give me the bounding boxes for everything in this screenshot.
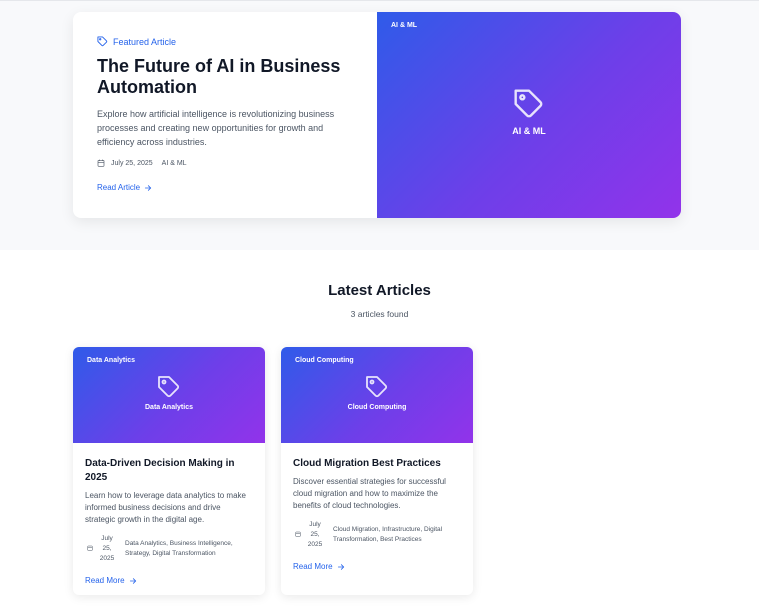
article-category-badge: Cloud Computing [295, 357, 354, 364]
read-more-link[interactable]: Read More [293, 562, 345, 571]
article-date-text: July 25, 2025 [95, 534, 119, 564]
calendar-icon [97, 159, 105, 167]
article-title[interactable]: Cloud Migration Best Practices [293, 457, 461, 471]
article-meta: July 25, 2025 Data Analytics, Business I… [85, 534, 253, 564]
article-date-line: July [309, 521, 321, 528]
article-date-line: 25, [102, 545, 112, 552]
featured-category: AI & ML [161, 159, 187, 167]
article-categories: Cloud Migration, Infrastructure, Digital… [333, 526, 443, 543]
article-date-line: 25, [310, 531, 320, 538]
article-title[interactable]: Data-Driven Decision Making in 2025 [85, 457, 253, 485]
article-image[interactable]: Cloud Computing Cloud Computing [281, 347, 473, 443]
article-card[interactable]: Cloud Computing Cloud Computing Cloud Mi… [281, 347, 473, 595]
arrow-right-icon [145, 184, 152, 191]
tag-icon [97, 36, 108, 47]
featured-title[interactable]: The Future of AI in Business Automation [97, 56, 367, 98]
calendar-icon [295, 531, 301, 537]
read-more-label: Read More [85, 576, 125, 585]
tag-icon [366, 376, 388, 398]
article-date-text: July 25, 2025 [303, 520, 327, 550]
featured-image[interactable]: AI & ML AI & ML [377, 12, 681, 218]
featured-image-center: AI & ML [377, 88, 681, 136]
article-date: July 25, 2025 [85, 534, 119, 564]
calendar-icon [87, 545, 93, 551]
featured-meta: July 25, 2025 AI & ML [97, 159, 377, 167]
featured-tag: Featured Article [97, 36, 377, 47]
read-more-link[interactable]: Read More [85, 576, 137, 585]
article-image-label: Cloud Computing [347, 404, 407, 411]
featured-image-label: AI & ML [512, 126, 546, 136]
article-category-badge: Data Analytics [87, 357, 135, 364]
arrow-right-icon [337, 563, 344, 570]
article-description: Discover essential strategies for succes… [293, 477, 446, 510]
article-body: Cloud Migration Best Practices Discover … [281, 443, 473, 574]
read-article-label: Read Article [97, 183, 141, 192]
arrow-right-icon [129, 577, 136, 584]
article-body: Data-Driven Decision Making in 2025 Lear… [73, 443, 265, 588]
article-meta: July 25, 2025 Cloud Migration, Infrastru… [293, 520, 461, 550]
article-description: Learn how to leverage data analytics to … [85, 491, 246, 524]
featured-article-card[interactable]: Featured Article The Future of AI in Bus… [73, 12, 681, 218]
article-image-center: Cloud Computing [281, 375, 473, 411]
read-more-label: Read More [293, 562, 333, 571]
read-article-link[interactable]: Read Article [97, 183, 152, 192]
featured-description: Explore how artificial intelligence is r… [97, 109, 335, 147]
article-date-line: July [101, 535, 113, 542]
article-date-line: 2025 [307, 541, 323, 548]
featured-category-badge: AI & ML [391, 22, 418, 29]
latest-articles-heading: Latest Articles [328, 282, 431, 299]
article-date: July 25, 2025 [293, 520, 327, 550]
articles-count: 3 articles found [350, 309, 409, 319]
article-card[interactable]: Data Analytics Data Analytics Data-Drive… [73, 347, 265, 595]
tag-icon [514, 89, 543, 118]
article-date-line: 2025 [99, 555, 115, 562]
featured-date: July 25, 2025 [111, 159, 153, 167]
article-image-center: Data Analytics [73, 375, 265, 411]
tag-icon [158, 376, 180, 398]
article-categories: Data Analytics, Business Intelligence, S… [125, 540, 233, 557]
featured-content: Featured Article The Future of AI in Bus… [73, 12, 377, 218]
article-image[interactable]: Data Analytics Data Analytics [73, 347, 265, 443]
featured-tag-label: Featured Article [113, 36, 177, 47]
article-image-label: Data Analytics [145, 404, 193, 411]
